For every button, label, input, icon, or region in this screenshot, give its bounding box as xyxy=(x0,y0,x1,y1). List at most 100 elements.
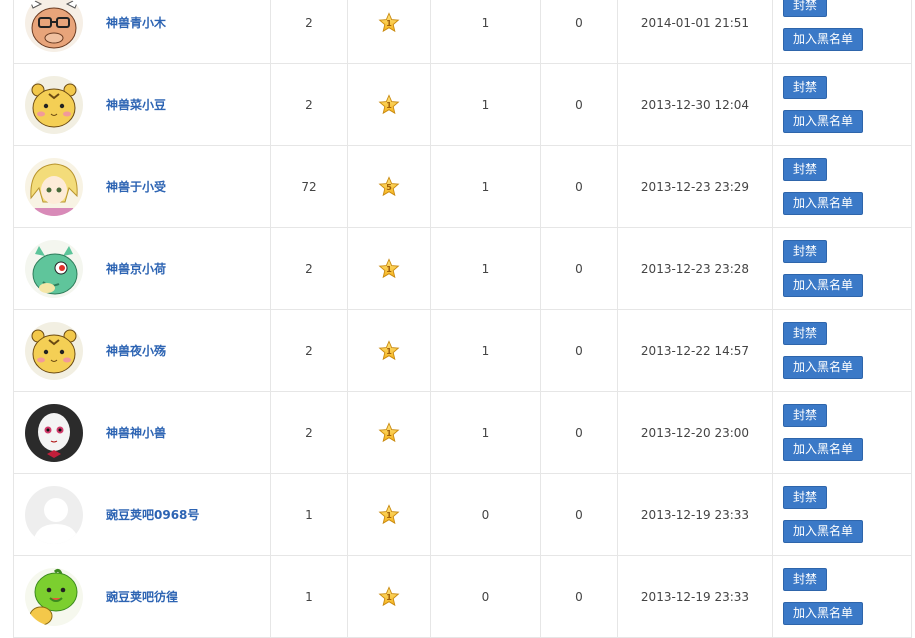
level-cell: 1 xyxy=(347,391,431,474)
post-count: 72 xyxy=(270,145,348,228)
stat-col5: 0 xyxy=(540,63,618,146)
stat-col5: 0 xyxy=(540,0,618,64)
user-cell: 豌豆荚吧0968号 xyxy=(13,473,271,556)
post-count: 2 xyxy=(270,227,348,310)
avatar-default-person[interactable] xyxy=(25,485,83,544)
avatar-tiger[interactable] xyxy=(25,321,83,380)
table-row: 豌豆荚吧彷徨 1 1 0 0 2013-12-19 23:33 封禁 加入黑名单 xyxy=(13,555,912,638)
stat-col5: 0 xyxy=(540,145,618,228)
user-cell: 神兽菜小豆 xyxy=(13,63,271,146)
ban-button[interactable]: 封禁 xyxy=(783,486,828,509)
table-row: 神兽京小荷 2 1 1 0 2013-12-23 23:28 封禁 加入黑名单 xyxy=(13,227,912,310)
actions-cell: 封禁 加入黑名单 xyxy=(772,145,912,228)
level-star-icon: 1 xyxy=(378,11,400,32)
blacklist-button[interactable]: 加入黑名单 xyxy=(783,192,864,215)
blacklist-button[interactable]: 加入黑名单 xyxy=(783,28,864,51)
join-time: 2013-12-23 23:29 xyxy=(617,145,773,228)
stat-col5: 0 xyxy=(540,555,618,638)
post-count: 2 xyxy=(270,309,348,392)
stat-col4: 1 xyxy=(430,0,541,64)
stat-col5: 0 xyxy=(540,391,618,474)
ban-button[interactable]: 封禁 xyxy=(783,240,828,263)
level-star-icon: 1 xyxy=(378,339,400,360)
join-time: 2013-12-23 23:28 xyxy=(617,227,773,310)
ban-button[interactable]: 封禁 xyxy=(783,158,828,181)
level-star-icon: 1 xyxy=(378,93,400,114)
blacklist-button[interactable]: 加入黑名单 xyxy=(783,520,864,543)
post-count: 1 xyxy=(270,555,348,638)
actions-cell: 封禁 加入黑名单 xyxy=(772,555,912,638)
user-name-link[interactable]: 豌豆荚吧彷徨 xyxy=(106,588,178,605)
avatar-anime-girl[interactable] xyxy=(25,157,83,216)
table-row: 神兽神小兽 2 1 1 0 2013-12-20 23:00 封禁 加入黑名单 xyxy=(13,391,912,474)
table-row: 神兽青小木 2 1 1 0 2014-01-01 21:51 封禁 加入黑名单 xyxy=(13,0,912,64)
stat-col4: 1 xyxy=(430,63,541,146)
post-count: 1 xyxy=(270,473,348,556)
level-cell: 1 xyxy=(347,309,431,392)
ban-button[interactable]: 封禁 xyxy=(783,0,828,17)
user-cell: 神兽夜小殇 xyxy=(13,309,271,392)
actions-cell: 封禁 加入黑名单 xyxy=(772,473,912,556)
user-name-link[interactable]: 神兽于小受 xyxy=(106,178,166,195)
level-number: 1 xyxy=(386,427,392,437)
ban-button[interactable]: 封禁 xyxy=(783,322,828,345)
avatar-clown[interactable] xyxy=(25,403,83,462)
avatar-tiger[interactable] xyxy=(25,75,83,134)
stat-col4: 1 xyxy=(430,227,541,310)
user-name-link[interactable]: 神兽青小木 xyxy=(106,14,166,31)
level-star-icon: 1 xyxy=(378,421,400,442)
user-cell: 神兽于小受 xyxy=(13,145,271,228)
blacklist-button[interactable]: 加入黑名单 xyxy=(783,438,864,461)
level-star-icon: 1 xyxy=(378,585,400,606)
actions-cell: 封禁 加入黑名单 xyxy=(772,309,912,392)
join-time: 2014-01-01 21:51 xyxy=(617,0,773,64)
stat-col5: 0 xyxy=(540,227,618,310)
table-row: 神兽菜小豆 2 1 1 0 2013-12-30 12:04 封禁 加入黑名单 xyxy=(13,63,912,146)
level-number: 1 xyxy=(386,345,392,355)
level-number: 5 xyxy=(386,181,392,191)
stat-col4: 1 xyxy=(430,309,541,392)
level-cell: 1 xyxy=(347,555,431,638)
level-cell: 1 xyxy=(347,473,431,556)
user-cell: 神兽青小木 xyxy=(13,0,271,64)
stat-col4: 0 xyxy=(430,473,541,556)
member-table-body: 神兽青小木 2 1 1 0 2014-01-01 21:51 封禁 加入黑名单 xyxy=(13,0,912,638)
user-name-link[interactable]: 神兽神小兽 xyxy=(106,424,166,441)
user-name-link[interactable]: 豌豆荚吧0968号 xyxy=(106,506,199,523)
post-count: 2 xyxy=(270,0,348,64)
level-number: 1 xyxy=(386,17,392,27)
avatar-ox-glasses[interactable] xyxy=(25,0,83,52)
blacklist-button[interactable]: 加入黑名单 xyxy=(783,274,864,297)
ban-button[interactable]: 封禁 xyxy=(783,568,828,591)
level-cell: 5 xyxy=(347,145,431,228)
level-cell: 1 xyxy=(347,227,431,310)
ban-button[interactable]: 封禁 xyxy=(783,404,828,427)
ban-button[interactable]: 封禁 xyxy=(783,76,828,99)
user-name-link[interactable]: 神兽菜小豆 xyxy=(106,96,166,113)
level-number: 1 xyxy=(386,99,392,109)
member-table: 神兽青小木 2 1 1 0 2014-01-01 21:51 封禁 加入黑名单 xyxy=(13,0,912,638)
user-cell: 神兽神小兽 xyxy=(13,391,271,474)
user-name-link[interactable]: 神兽夜小殇 xyxy=(106,342,166,359)
table-row: 神兽夜小殇 2 1 1 0 2013-12-22 14:57 封禁 加入黑名单 xyxy=(13,309,912,392)
level-star-icon: 1 xyxy=(378,257,400,278)
blacklist-button[interactable]: 加入黑名单 xyxy=(783,110,864,133)
join-time: 2013-12-19 23:33 xyxy=(617,473,773,556)
avatar-green-dragon[interactable] xyxy=(25,239,83,298)
stat-col4: 0 xyxy=(430,555,541,638)
level-number: 1 xyxy=(386,591,392,601)
level-cell: 1 xyxy=(347,63,431,146)
user-name-link[interactable]: 神兽京小荷 xyxy=(106,260,166,277)
table-row: 神兽于小受 72 5 1 0 2013-12-23 23:29 封禁 加入黑名单 xyxy=(13,145,912,228)
stat-col5: 0 xyxy=(540,473,618,556)
level-star-icon: 5 xyxy=(378,175,400,196)
blacklist-button[interactable]: 加入黑名单 xyxy=(783,356,864,379)
level-number: 1 xyxy=(386,263,392,273)
stat-col5: 0 xyxy=(540,309,618,392)
stat-col4: 1 xyxy=(430,391,541,474)
blacklist-button[interactable]: 加入黑名单 xyxy=(783,602,864,625)
actions-cell: 封禁 加入黑名单 xyxy=(772,391,912,474)
stat-col4: 1 xyxy=(430,145,541,228)
post-count: 2 xyxy=(270,391,348,474)
level-number: 1 xyxy=(386,509,392,519)
